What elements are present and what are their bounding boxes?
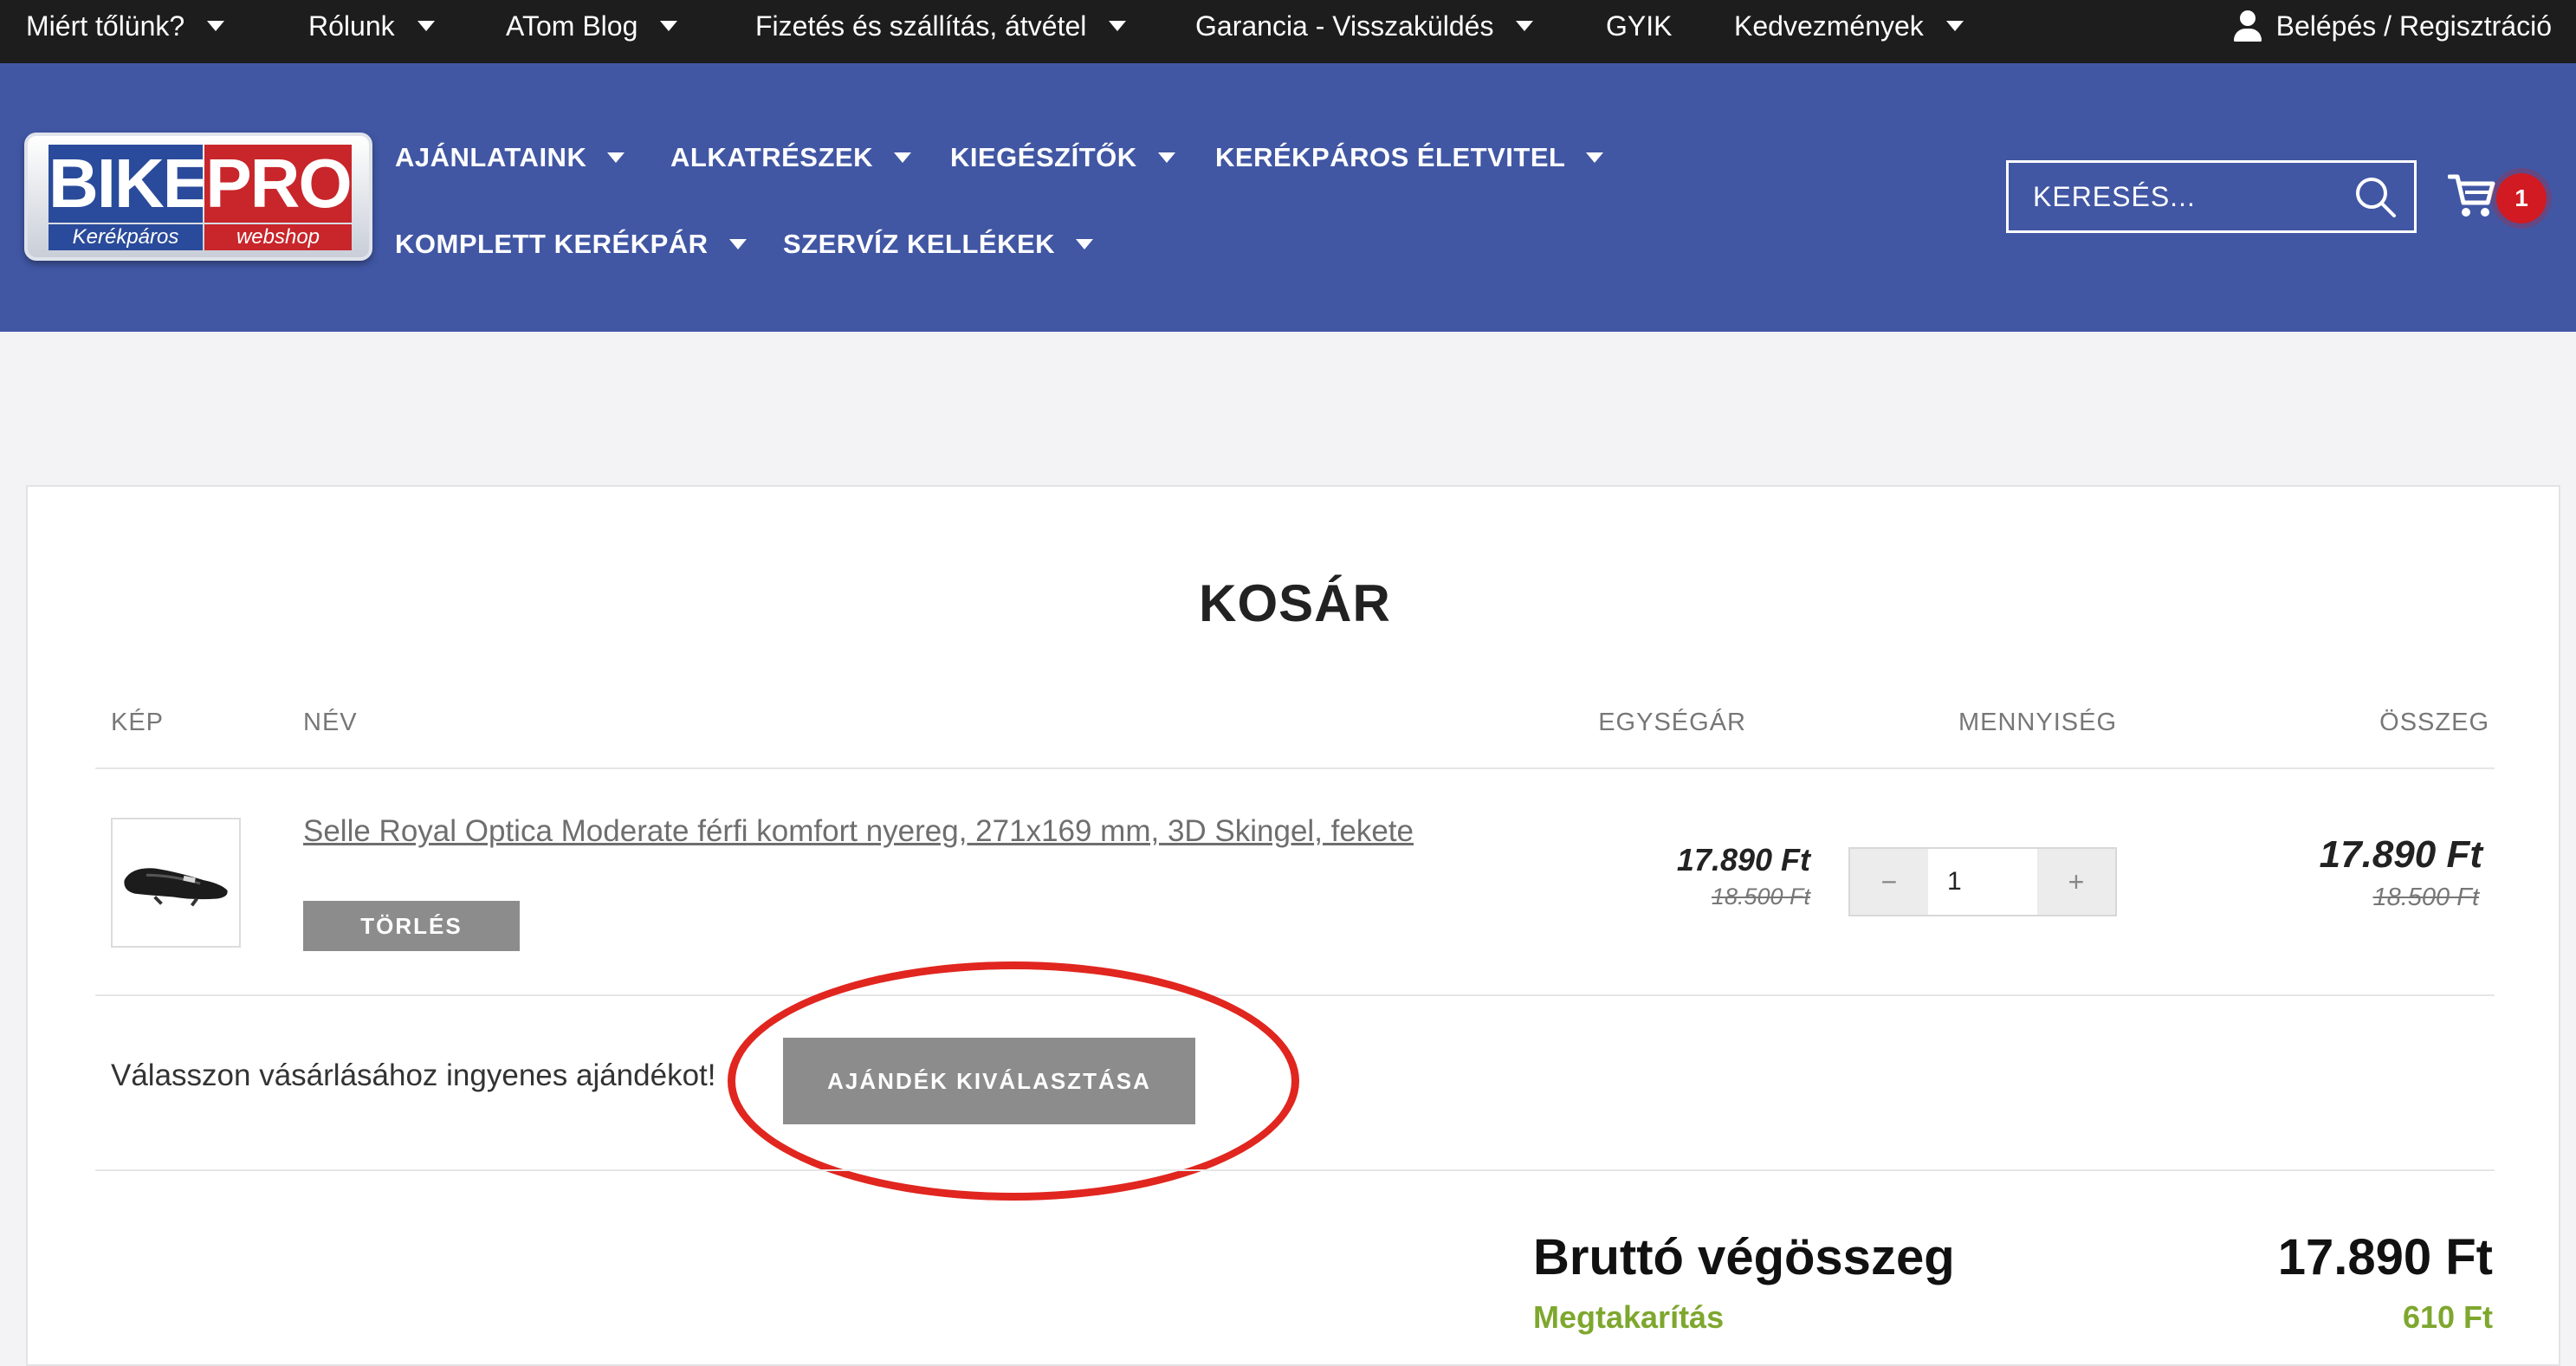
column-header-quantity: MENNYISÉG bbox=[1958, 709, 2117, 736]
search-icon[interactable] bbox=[2353, 175, 2397, 218]
nav-item-parts[interactable]: ALKATRÉSZEK bbox=[670, 136, 911, 179]
saddle-image bbox=[124, 868, 228, 907]
caret-down-icon bbox=[1945, 21, 1964, 31]
nav-item-lifestyle[interactable]: KERÉKPÁROS ÉLETVITEL bbox=[1215, 136, 1604, 179]
caret-down-icon bbox=[1516, 21, 1534, 31]
gift-prompt-text: Válasszon vásárlásához ingyenes ajándéko… bbox=[111, 1058, 716, 1092]
logo-subtitle-left: Kerékpáros bbox=[49, 224, 203, 250]
column-header-image: KÉP bbox=[111, 709, 165, 736]
cart-count-badge[interactable]: 1 bbox=[2496, 173, 2547, 223]
topbar-item-warranty[interactable]: Garancia - Visszaküldés bbox=[1195, 0, 1534, 52]
nav-item-accessories[interactable]: KIEGÉSZÍTŐK bbox=[950, 136, 1175, 179]
nav-item-service-supplies[interactable]: SZERVÍZ KELLÉKEK bbox=[783, 223, 1094, 266]
search-input[interactable] bbox=[2009, 163, 2355, 230]
user-icon bbox=[2233, 10, 2262, 42]
topbar-item-label: Kedvezmények bbox=[1734, 10, 1924, 42]
unit-price: 17.890 Ft bbox=[1676, 842, 1810, 877]
column-header-unit-price: EGYSÉGÁR bbox=[1598, 709, 1746, 736]
caret-down-icon bbox=[607, 152, 625, 163]
savings-label: Megtakarítás bbox=[1533, 1299, 1725, 1335]
topbar-item-about[interactable]: Rólunk bbox=[308, 0, 435, 52]
topbar-item-payment-shipping[interactable]: Fizetés és szállítás, átvétel bbox=[755, 0, 1127, 52]
nav-item-label: ALKATRÉSZEK bbox=[670, 142, 873, 172]
caret-down-icon bbox=[728, 239, 747, 249]
nav-item-offers[interactable]: AJÁNLATAINK bbox=[395, 136, 625, 179]
savings-value: 610 Ft bbox=[2402, 1299, 2493, 1335]
quantity-input[interactable] bbox=[1928, 849, 2037, 915]
main-header: BIKE PRO Kerékpáros webshop AJÁNLATAINK … bbox=[0, 63, 2576, 332]
logo-word-bike: BIKE bbox=[49, 145, 209, 223]
topbar-item-label: Rólunk bbox=[308, 10, 395, 42]
gross-total-label: Bruttó végösszeg bbox=[1533, 1229, 1955, 1285]
divider bbox=[95, 994, 2495, 996]
caret-down-icon bbox=[893, 152, 911, 163]
quantity-stepper: − + bbox=[1848, 847, 2117, 916]
top-bar: Miért tőlünk? Rólunk ATom Blog Fizetés é… bbox=[0, 0, 2576, 63]
quantity-decrease-button[interactable]: − bbox=[1850, 849, 1928, 915]
column-header-total: ÖSSZEG bbox=[2379, 709, 2489, 736]
topbar-item-label: ATom Blog bbox=[506, 10, 638, 42]
cart-icon[interactable] bbox=[2448, 172, 2496, 220]
caret-down-icon bbox=[1109, 21, 1127, 31]
line-total-old: 18.500 Ft bbox=[2372, 884, 2479, 911]
product-thumbnail[interactable] bbox=[111, 818, 241, 948]
page-title: KOSÁR bbox=[1199, 574, 1391, 632]
nav-item-label: AJÁNLATAINK bbox=[395, 142, 587, 172]
caret-down-icon bbox=[1586, 152, 1604, 163]
caret-down-icon bbox=[1076, 239, 1094, 249]
topbar-item-faq[interactable]: GYIK bbox=[1606, 0, 1672, 52]
nav-item-label: SZERVÍZ KELLÉKEK bbox=[783, 229, 1056, 259]
logo-subtitle-right: webshop bbox=[204, 224, 352, 250]
bikepro-logo[interactable]: BIKE PRO Kerékpáros webshop bbox=[24, 133, 372, 261]
product-name-link[interactable]: Selle Royal Optica Moderate férfi komfor… bbox=[303, 814, 1414, 849]
topbar-item-label: Miért tőlünk? bbox=[26, 10, 185, 42]
red-highlight-circle bbox=[728, 961, 1299, 1201]
delete-button[interactable]: TÖRLÉS bbox=[303, 901, 520, 951]
login-register-link[interactable]: Belépés / Regisztráció bbox=[2233, 0, 2552, 52]
topbar-item-label: Garancia - Visszaküldés bbox=[1195, 10, 1494, 42]
nav-item-complete-bikes[interactable]: KOMPLETT KERÉKPÁR bbox=[395, 223, 747, 266]
caret-down-icon bbox=[1157, 152, 1175, 163]
nav-item-label: KOMPLETT KERÉKPÁR bbox=[395, 229, 709, 259]
topbar-item-discounts[interactable]: Kedvezmények bbox=[1734, 0, 1964, 52]
column-header-name: NÉV bbox=[303, 709, 358, 736]
gross-total-value: 17.890 Ft bbox=[2277, 1229, 2493, 1285]
topbar-item-blog[interactable]: ATom Blog bbox=[506, 0, 678, 52]
caret-down-icon bbox=[660, 21, 678, 31]
divider bbox=[95, 1169, 2495, 1171]
divider bbox=[95, 767, 2495, 769]
nav-item-label: KERÉKPÁROS ÉLETVITEL bbox=[1215, 142, 1566, 172]
quantity-increase-button[interactable]: + bbox=[2037, 849, 2115, 915]
topbar-item-label: GYIK bbox=[1606, 10, 1673, 42]
logo-word-pro: PRO bbox=[204, 145, 353, 223]
nav-item-label: KIEGÉSZÍTŐK bbox=[950, 142, 1137, 172]
search-box bbox=[2006, 160, 2417, 233]
caret-down-icon bbox=[207, 21, 225, 31]
cart-panel: KOSÁR KÉP NÉV EGYSÉGÁR MENNYISÉG ÖSSZEG … bbox=[26, 485, 2560, 1366]
topbar-item-label: Fizetés és szállítás, átvétel bbox=[755, 10, 1087, 42]
line-total: 17.890 Ft bbox=[2319, 833, 2482, 876]
login-label: Belépés / Regisztráció bbox=[2275, 10, 2552, 42]
unit-price-old: 18.500 Ft bbox=[1711, 884, 1810, 910]
topbar-item-why-us[interactable]: Miért tőlünk? bbox=[26, 0, 225, 52]
caret-down-icon bbox=[417, 21, 435, 31]
